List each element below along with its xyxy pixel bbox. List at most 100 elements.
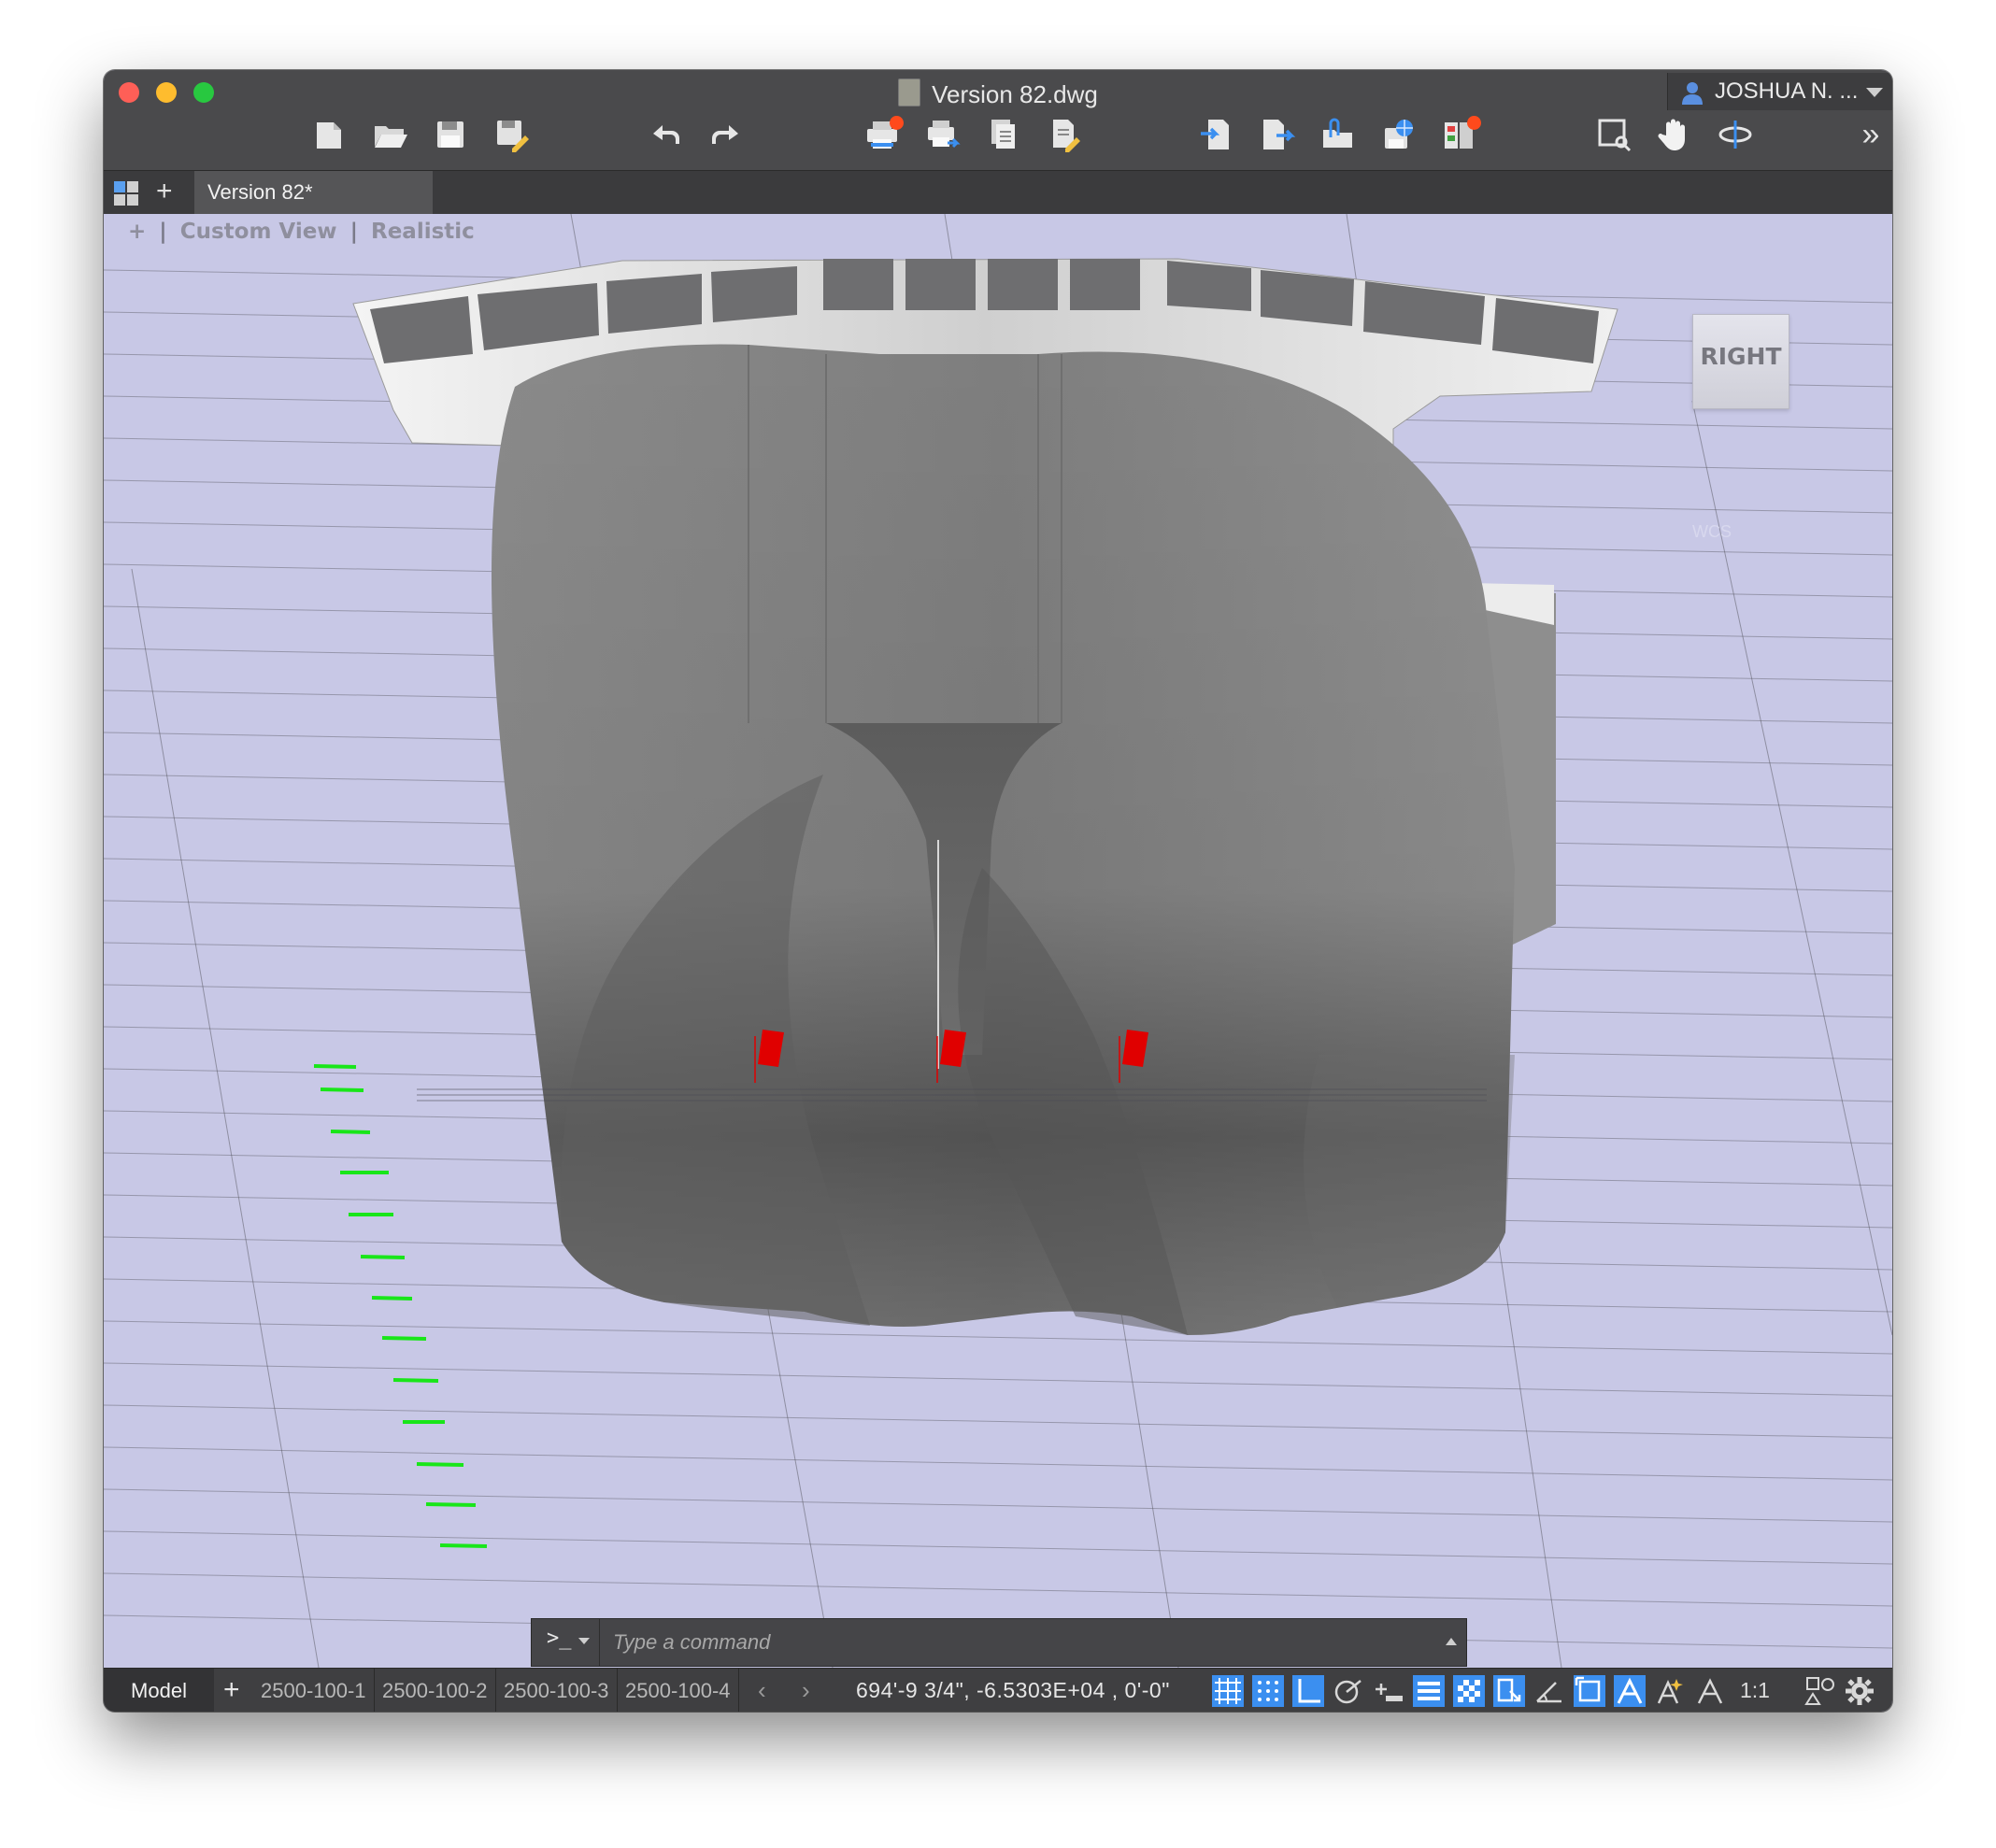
selection-cycling-toggle[interactable] (1493, 1675, 1525, 1707)
ucs-toggle[interactable] (1574, 1675, 1605, 1707)
redo-button[interactable] (706, 115, 746, 154)
notification-dot (890, 116, 904, 130)
green-station-markers (313, 1064, 488, 1548)
page-setup-icon (1053, 120, 1080, 152)
command-input[interactable] (599, 1619, 1437, 1666)
notification-dot (1467, 116, 1481, 130)
undo-button[interactable] (646, 115, 685, 154)
command-line[interactable]: >_ (531, 1618, 1467, 1667)
viewcube-face-label: RIGHT (1700, 343, 1782, 370)
new-button[interactable] (309, 115, 349, 154)
document-tab[interactable]: Version 82* (194, 171, 433, 214)
zoom-window-icon (1598, 119, 1632, 152)
attach-icon (1323, 118, 1352, 148)
grid-toggle[interactable] (1212, 1675, 1244, 1707)
etransmit-icon (1385, 120, 1413, 149)
user-menu[interactable]: JOSHUA N. ... (1667, 73, 1892, 110)
polar-icon (1334, 1680, 1362, 1704)
user-name: JOSHUA N. ... (1715, 78, 1859, 104)
layout-scroll-left-button[interactable]: ‹ (758, 1669, 766, 1712)
view-name[interactable]: Custom View (180, 220, 337, 244)
import-icon (1201, 120, 1229, 149)
sheet-set-button[interactable] (1440, 115, 1481, 154)
chevron-down-icon (1866, 88, 1883, 97)
file-tab-bar: + Version 82* (104, 170, 1892, 215)
viewcube[interactable]: RIGHT (1692, 314, 1789, 409)
pan-icon (1658, 119, 1685, 150)
ucs-icon (1574, 1675, 1605, 1707)
open-icon (375, 126, 407, 148)
publish-button[interactable] (984, 115, 1023, 154)
model-tab[interactable]: Model (104, 1669, 214, 1712)
annotation-scale-icon (1697, 1678, 1723, 1704)
export-icon (1263, 120, 1296, 149)
start-tab-grid-icon[interactable] (113, 180, 139, 206)
batch-plot-icon (928, 121, 961, 149)
viewport-controls[interactable]: + | Custom View | Realistic (128, 220, 480, 244)
layout-scroll-right-button[interactable]: › (802, 1669, 810, 1712)
settings-icon (1846, 1677, 1874, 1705)
new-tab-button[interactable]: + (156, 177, 173, 206)
workspace-button[interactable] (1804, 1675, 1836, 1707)
batch-plot-button[interactable] (923, 115, 962, 154)
zoom-window-tool-button[interactable] (1594, 115, 1633, 154)
more-tools-button[interactable]: » (1851, 115, 1890, 154)
visual-style[interactable]: Realistic (371, 220, 475, 244)
import-button[interactable] (1197, 115, 1236, 154)
annotation-scale-value[interactable]: 1:1 (1740, 1669, 1770, 1712)
workspace-icon (1804, 1677, 1834, 1705)
page-setup-button[interactable] (1045, 115, 1084, 154)
chevron-up-icon[interactable] (1446, 1638, 1457, 1645)
annotation-scale-button[interactable] (1694, 1675, 1726, 1707)
undo-icon (653, 125, 679, 144)
layout-tab[interactable]: 2500-100-2 (375, 1669, 496, 1712)
ortho-icon (1292, 1675, 1324, 1707)
osnap-tracking-toggle[interactable] (1373, 1675, 1404, 1707)
open-button[interactable] (370, 115, 409, 154)
export-button[interactable] (1258, 115, 1297, 154)
new-layout-button[interactable]: + (223, 1674, 240, 1706)
orbit-icon (1718, 121, 1752, 149)
annotation-visibility-icon (1614, 1675, 1646, 1707)
ortho-toggle[interactable] (1292, 1675, 1324, 1707)
polar-toggle[interactable] (1333, 1675, 1364, 1707)
title-toolbar: Version 82.dwg JOSHUA N. ... » (104, 70, 1892, 170)
dynamic-ucs-toggle[interactable] (1533, 1675, 1565, 1707)
plot-button[interactable] (863, 115, 904, 154)
viewport-controls-plus[interactable]: + (128, 220, 146, 244)
lineweight-toggle[interactable] (1413, 1675, 1445, 1707)
publish-icon (991, 120, 1015, 149)
window-title: Version 82.dwg (104, 78, 1892, 109)
annotation-visibility-toggle[interactable] (1614, 1675, 1646, 1707)
new-icon (317, 122, 341, 149)
attach-button[interactable] (1319, 115, 1358, 154)
pan-button[interactable] (1655, 115, 1694, 154)
ucs-menu[interactable]: WCS (1692, 522, 1732, 542)
snap-toggle[interactable] (1252, 1675, 1284, 1707)
layout-tab[interactable]: 2500-100-3 (496, 1669, 618, 1712)
orbit-button[interactable] (1716, 115, 1755, 154)
user-icon (1682, 82, 1703, 105)
etransmit-button[interactable] (1379, 115, 1419, 154)
auto-scale-toggle[interactable] (1654, 1675, 1686, 1707)
dynamic-ucs-icon (1536, 1682, 1561, 1703)
auto-scale-icon (1657, 1679, 1683, 1704)
save-button[interactable] (431, 115, 470, 154)
status-bar: Model + 2500-100-1 2500-100-2 2500-100-3… (104, 1668, 1892, 1712)
save-as-button[interactable] (492, 115, 531, 154)
layout-tab[interactable]: 2500-100-1 (253, 1669, 375, 1712)
grid-icon (1212, 1675, 1244, 1707)
settings-button[interactable] (1844, 1675, 1875, 1707)
osnap-tracking-icon (1376, 1684, 1403, 1701)
dwg-file-icon (898, 78, 921, 107)
lineweight-icon (1413, 1675, 1445, 1707)
layout-tab[interactable]: 2500-100-4 (618, 1669, 739, 1712)
command-prompt-icon[interactable]: >_ (547, 1627, 572, 1650)
hull-3d-model (104, 214, 1892, 1668)
more-icon: » (1861, 117, 1880, 152)
drawing-viewport[interactable]: + | Custom View | Realistic RIGHT WCS (104, 214, 1892, 1668)
transparency-toggle[interactable] (1453, 1675, 1485, 1707)
save-as-icon (497, 121, 529, 152)
chevron-down-icon[interactable] (578, 1638, 590, 1644)
save-icon (437, 121, 463, 148)
